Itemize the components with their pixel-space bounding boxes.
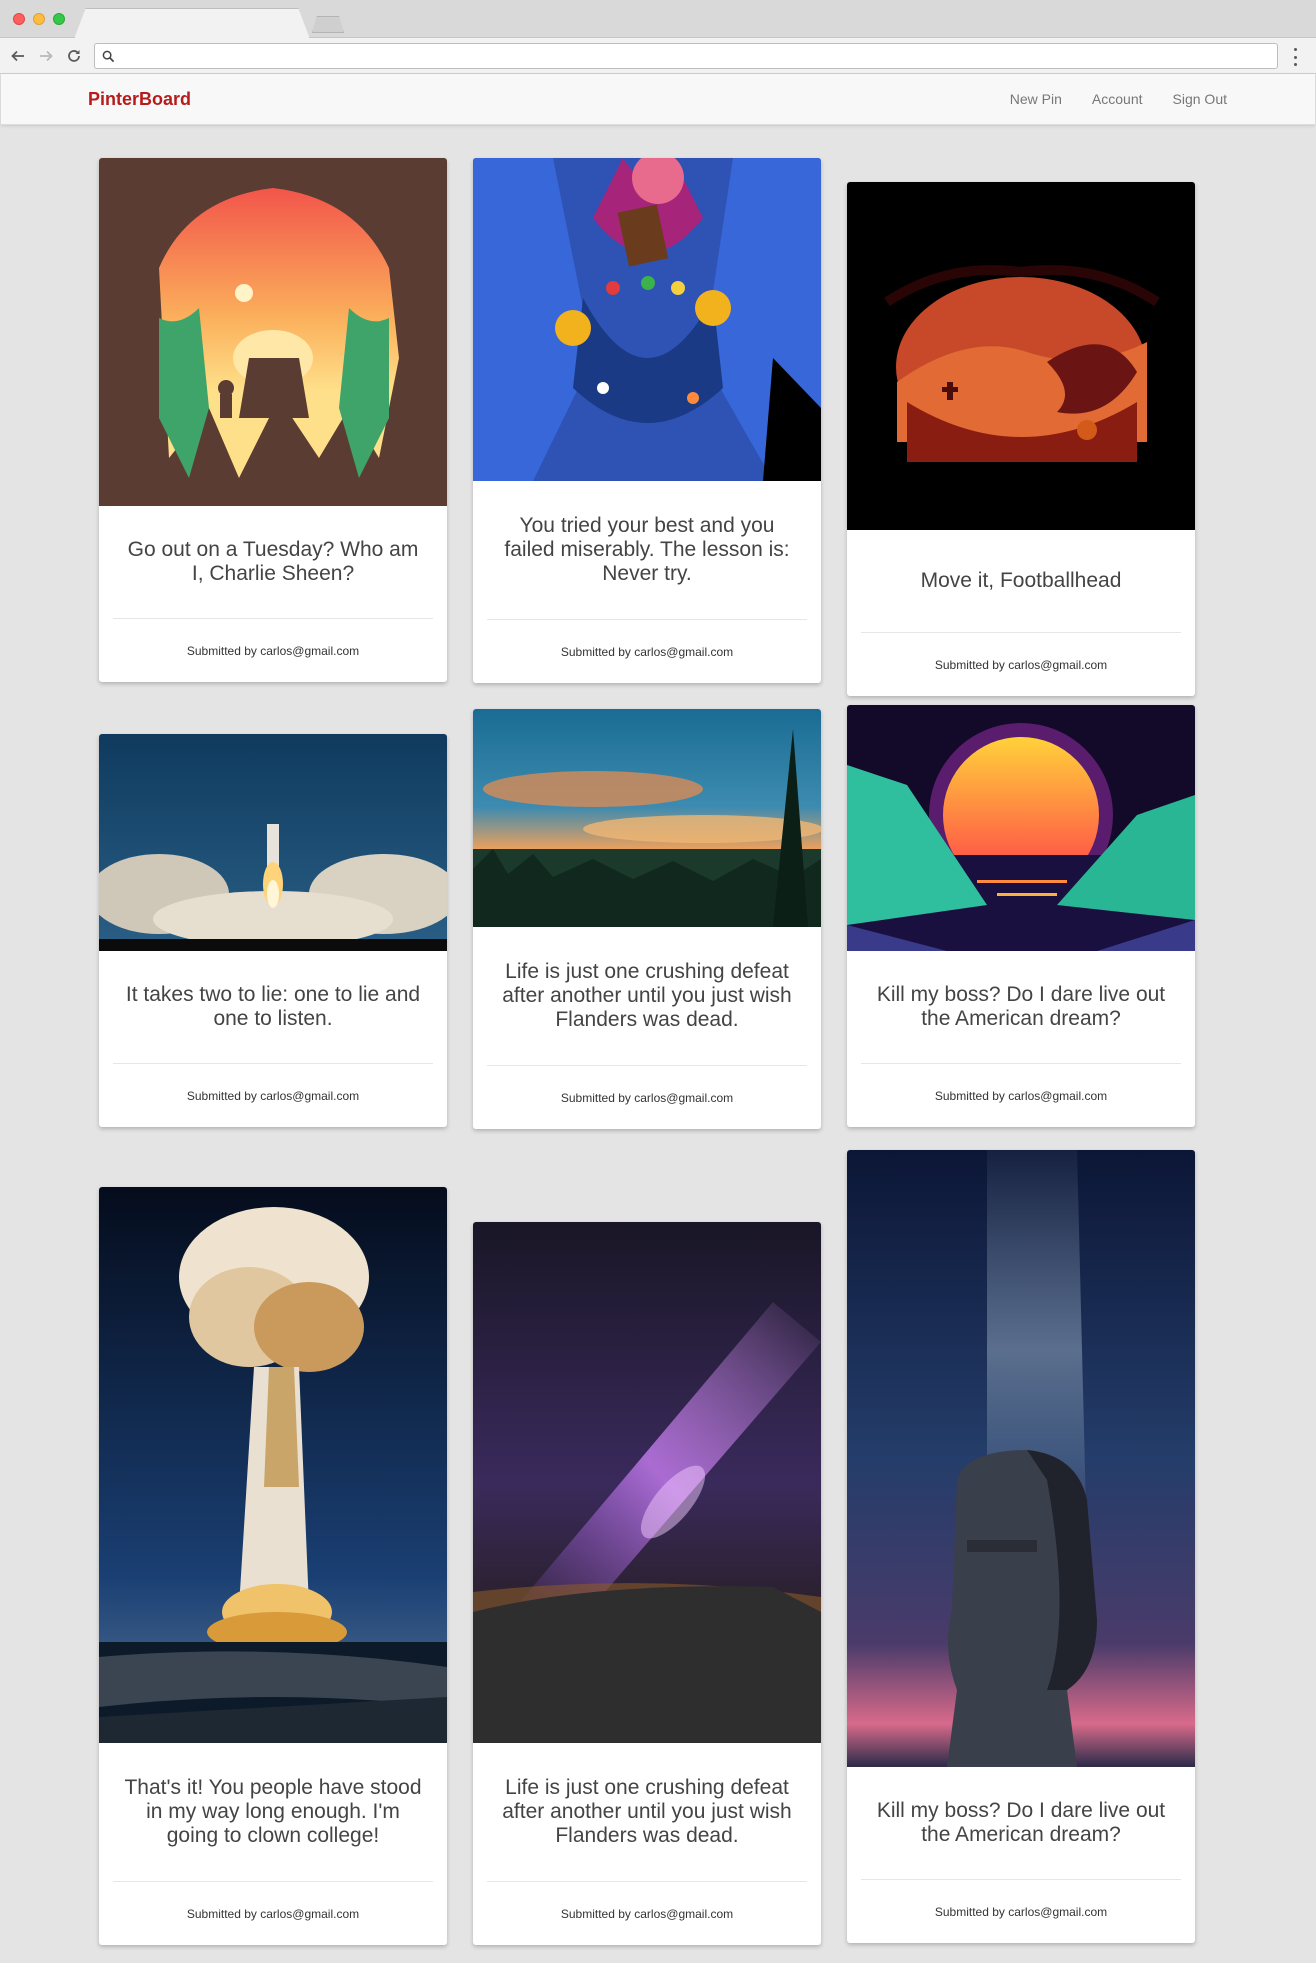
pin-image[interactable] <box>473 709 821 927</box>
window-maximize-button[interactable] <box>53 13 65 25</box>
app-navbar: PinterBoard New Pin Account Sign Out <box>1 74 1315 125</box>
pin-caption: You tried your best and you failed miser… <box>504 514 790 585</box>
pin-caption: Move it, Footballhead <box>920 569 1122 592</box>
pin-caption: Life is just one crushing defeat after a… <box>502 960 792 1031</box>
pin-image[interactable] <box>473 1222 821 1743</box>
pin-image[interactable] <box>847 705 1195 951</box>
pin-image[interactable] <box>473 158 821 481</box>
new-tab-button[interactable] <box>312 16 344 33</box>
forward-arrow-icon[interactable] <box>36 46 56 66</box>
pin-submitted-by: Submitted by carlos@gmail.com <box>560 1090 734 1105</box>
brand-logo-link[interactable]: PinterBoard <box>88 89 191 110</box>
pin-card[interactable]: You tried your best and you failed miser… <box>473 158 821 683</box>
new-pin-link[interactable]: New Pin <box>1010 91 1062 107</box>
browser-tab-strip <box>0 0 1316 39</box>
pin-submitted-by: Submitted by carlos@gmail.com <box>934 657 1108 672</box>
pin-submitted-by: Submitted by carlos@gmail.com <box>186 1906 360 1921</box>
pin-caption: Go out on a Tuesday? Who am I, Charlie S… <box>127 538 419 585</box>
pin-submitted-by: Submitted by carlos@gmail.com <box>186 1088 360 1103</box>
pin-card[interactable]: Kill my boss? Do I dare live out the Ame… <box>847 1150 1195 1943</box>
pin-submitted-by: Submitted by carlos@gmail.com <box>934 1088 1108 1103</box>
pin-card[interactable]: It takes two to lie: one to lie and one … <box>99 734 447 1127</box>
pin-card[interactable]: Move it, Footballhead Submitted by carlo… <box>847 182 1195 696</box>
pin-image[interactable] <box>99 158 447 506</box>
pin-card[interactable]: Life is just one crushing defeat after a… <box>473 709 821 1129</box>
pin-caption: Life is just one crushing defeat after a… <box>502 1776 792 1847</box>
back-arrow-icon[interactable] <box>8 46 28 66</box>
pin-caption: Kill my boss? Do I dare live out the Ame… <box>876 1799 1166 1846</box>
window-minimize-button[interactable] <box>33 13 45 25</box>
browser-menu-icon[interactable] <box>1290 48 1300 66</box>
pin-submitted-by: Submitted by carlos@gmail.com <box>186 643 360 658</box>
account-link[interactable]: Account <box>1092 91 1143 107</box>
browser-tab[interactable] <box>74 8 310 39</box>
navbar-links: New Pin Account Sign Out <box>1010 91 1227 107</box>
search-icon <box>102 50 115 63</box>
pin-image[interactable] <box>99 734 447 951</box>
address-bar[interactable] <box>94 43 1278 69</box>
pin-caption: Kill my boss? Do I dare live out the Ame… <box>876 983 1166 1030</box>
pin-image[interactable] <box>847 182 1195 530</box>
browser-toolbar <box>0 38 1316 74</box>
window-close-button[interactable] <box>13 13 25 25</box>
pin-card[interactable]: Life is just one crushing defeat after a… <box>473 1222 821 1945</box>
pin-submitted-by: Submitted by carlos@gmail.com <box>934 1904 1108 1919</box>
pin-card[interactable]: Kill my boss? Do I dare live out the Ame… <box>847 705 1195 1127</box>
pin-card[interactable]: That's it! You people have stood in my w… <box>99 1187 447 1945</box>
pin-caption: It takes two to lie: one to lie and one … <box>125 983 421 1030</box>
pin-card[interactable]: Go out on a Tuesday? Who am I, Charlie S… <box>99 158 447 682</box>
pin-image[interactable] <box>99 1187 447 1743</box>
pin-caption: That's it! You people have stood in my w… <box>124 1776 422 1847</box>
reload-icon[interactable] <box>64 46 84 66</box>
sign-out-link[interactable]: Sign Out <box>1173 91 1227 107</box>
pin-submitted-by: Submitted by carlos@gmail.com <box>560 644 734 659</box>
pin-submitted-by: Submitted by carlos@gmail.com <box>560 1906 734 1921</box>
pin-image[interactable] <box>847 1150 1195 1767</box>
